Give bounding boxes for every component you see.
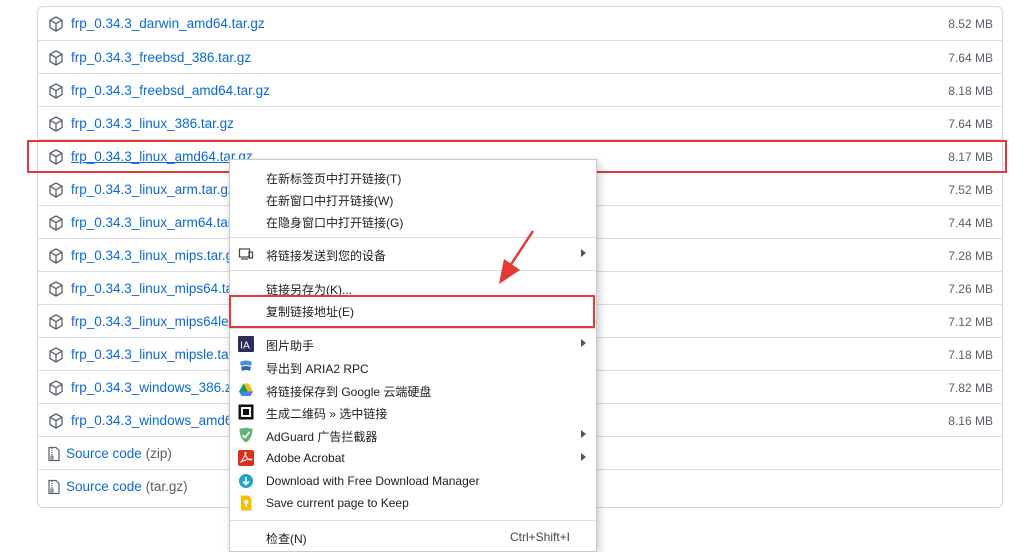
menu-item-adobe-acrobat[interactable]: Adobe Acrobat — [230, 447, 596, 469]
asset-size: 7.64 MB — [948, 51, 993, 65]
package-icon — [49, 215, 63, 231]
asset-row[interactable]: frp_0.34.3_linux_386.tar.gz 7.64 MB — [38, 106, 1002, 140]
menu-item-export-aria2[interactable]: 导出到 ARIA2 RPC — [230, 356, 596, 378]
menu-item-free-download-manager[interactable]: Download with Free Download Manager — [230, 470, 596, 492]
asset-link[interactable]: frp_0.34.3_freebsd_amd64.tar.gz — [71, 83, 270, 98]
asset-size: 7.12 MB — [948, 315, 993, 329]
source-code-link[interactable]: Source code (tar.gz) — [66, 479, 188, 494]
source-code-label: Source code — [66, 446, 142, 461]
fdm-icon — [239, 474, 253, 488]
asset-size: 7.26 MB — [948, 282, 993, 296]
menu-item-open-new-tab[interactable]: 在新标签页中打开链接(T) — [230, 166, 596, 188]
submenu-arrow-icon — [581, 249, 586, 257]
qr-code-icon — [238, 404, 254, 420]
package-icon — [49, 83, 63, 99]
red-arrow-annotation — [499, 230, 535, 284]
menu-item-label: 在新标签页中打开链接(T) — [266, 172, 402, 186]
submenu-arrow-icon — [581, 453, 586, 461]
asset-size: 7.52 MB — [948, 183, 993, 197]
menu-item-open-incognito[interactable]: 在隐身窗口中打开链接(G) — [230, 210, 596, 232]
package-icon — [49, 347, 63, 363]
package-icon — [49, 380, 63, 396]
package-icon — [49, 50, 63, 66]
asset-row[interactable]: frp_0.34.3_darwin_amd64.tar.gz 8.52 MB — [38, 7, 1002, 40]
google-keep-icon — [241, 495, 252, 511]
menu-item-image-helper[interactable]: IA 图片助手 — [230, 333, 596, 355]
highlight-box-copy-link — [229, 295, 595, 328]
menu-item-label: Save current page to Keep — [266, 496, 409, 510]
asset-size: 7.28 MB — [948, 249, 993, 263]
asset-size: 7.18 MB — [948, 348, 993, 362]
menu-item-label: 将链接发送到您的设备 — [266, 249, 387, 263]
menu-separator — [230, 520, 596, 521]
asset-link[interactable]: frp_0.34.3_linux_arm.tar.gz — [71, 182, 235, 197]
context-menu: 在新标签页中打开链接(T) 在新窗口中打开链接(W) 在隐身窗口中打开链接(G)… — [229, 159, 597, 552]
package-icon — [49, 116, 63, 132]
source-code-format: (zip) — [145, 446, 172, 461]
file-zip-icon — [48, 479, 60, 495]
asset-link[interactable]: frp_0.34.3_linux_mips.tar.gz — [71, 248, 240, 263]
menu-item-label: 图片助手 — [266, 339, 315, 353]
menu-item-label: 将链接保存到 Google 云端硬盘 — [266, 385, 432, 399]
package-icon — [49, 248, 63, 264]
menu-item-label: 在新窗口中打开链接(W) — [266, 194, 394, 208]
asset-link[interactable]: frp_0.34.3_windows_386.zip — [71, 380, 242, 395]
menu-item-inspect[interactable]: 检查(N) Ctrl+Shift+I — [230, 526, 596, 548]
menu-item-label: 检查(N) — [266, 532, 307, 546]
package-icon — [49, 182, 63, 198]
menu-item-send-to-devices[interactable]: 将链接发送到您的设备 — [230, 243, 596, 265]
adguard-shield-icon — [239, 427, 253, 443]
asset-link[interactable]: frp_0.34.3_linux_mipsle.tar.gz — [71, 347, 250, 362]
menu-item-open-new-window[interactable]: 在新窗口中打开链接(W) — [230, 188, 596, 210]
package-icon — [49, 314, 63, 330]
asset-link[interactable]: frp_0.34.3_linux_mips64.tar.gz — [71, 281, 255, 296]
menu-item-label: Download with Free Download Manager — [266, 474, 480, 488]
asset-size: 7.64 MB — [948, 117, 993, 131]
submenu-arrow-icon — [581, 339, 586, 347]
google-drive-icon — [239, 383, 253, 396]
source-code-label: Source code — [66, 479, 142, 494]
image-helper-icon: IA — [238, 336, 254, 352]
asset-size: 8.16 MB — [948, 414, 993, 428]
asset-link[interactable]: frp_0.34.3_darwin_amd64.tar.gz — [71, 16, 265, 31]
menu-item-label: 导出到 ARIA2 RPC — [266, 362, 369, 376]
menu-item-label: Adobe Acrobat — [266, 451, 345, 465]
adobe-acrobat-icon — [238, 450, 254, 466]
menu-item-label: 生成二维码 » 选中链接 — [266, 407, 388, 421]
asset-link[interactable]: frp_0.34.3_freebsd_386.tar.gz — [71, 50, 251, 65]
menu-item-label: 在隐身窗口中打开链接(G) — [266, 216, 404, 230]
submenu-arrow-icon — [581, 430, 586, 438]
package-icon — [49, 413, 63, 429]
file-zip-icon — [48, 446, 60, 462]
package-icon — [49, 16, 63, 32]
asset-row[interactable]: frp_0.34.3_freebsd_amd64.tar.gz 8.18 MB — [38, 73, 1002, 107]
package-icon — [49, 281, 63, 297]
asset-link[interactable]: frp_0.34.3_linux_386.tar.gz — [71, 116, 234, 131]
aria2-icon — [240, 360, 252, 371]
menu-separator — [230, 270, 596, 271]
menu-item-save-to-keep[interactable]: Save current page to Keep — [230, 492, 596, 514]
asset-size: 8.52 MB — [948, 17, 993, 31]
source-code-link[interactable]: Source code (zip) — [66, 446, 172, 461]
svg-text:IA: IA — [240, 341, 250, 352]
asset-link[interactable]: frp_0.34.3_linux_arm64.tar.gz — [71, 215, 250, 230]
asset-size: 7.44 MB — [948, 216, 993, 230]
inspect-shortcut: Ctrl+Shift+I — [509, 530, 570, 544]
menu-separator — [230, 237, 596, 238]
menu-item-adguard[interactable]: AdGuard 广告拦截器 — [230, 424, 596, 446]
menu-item-save-google-drive[interactable]: 将链接保存到 Google 云端硬盘 — [230, 379, 596, 401]
asset-size: 7.82 MB — [948, 381, 993, 395]
menu-item-label: AdGuard 广告拦截器 — [266, 430, 378, 444]
menu-item-qr-code[interactable]: 生成二维码 » 选中链接 — [230, 401, 596, 423]
menu-separator — [230, 328, 596, 329]
asset-size: 8.18 MB — [948, 84, 993, 98]
devices-icon — [238, 248, 254, 260]
asset-row[interactable]: frp_0.34.3_freebsd_386.tar.gz 7.64 MB — [38, 40, 1002, 74]
source-code-format: (tar.gz) — [145, 479, 188, 494]
